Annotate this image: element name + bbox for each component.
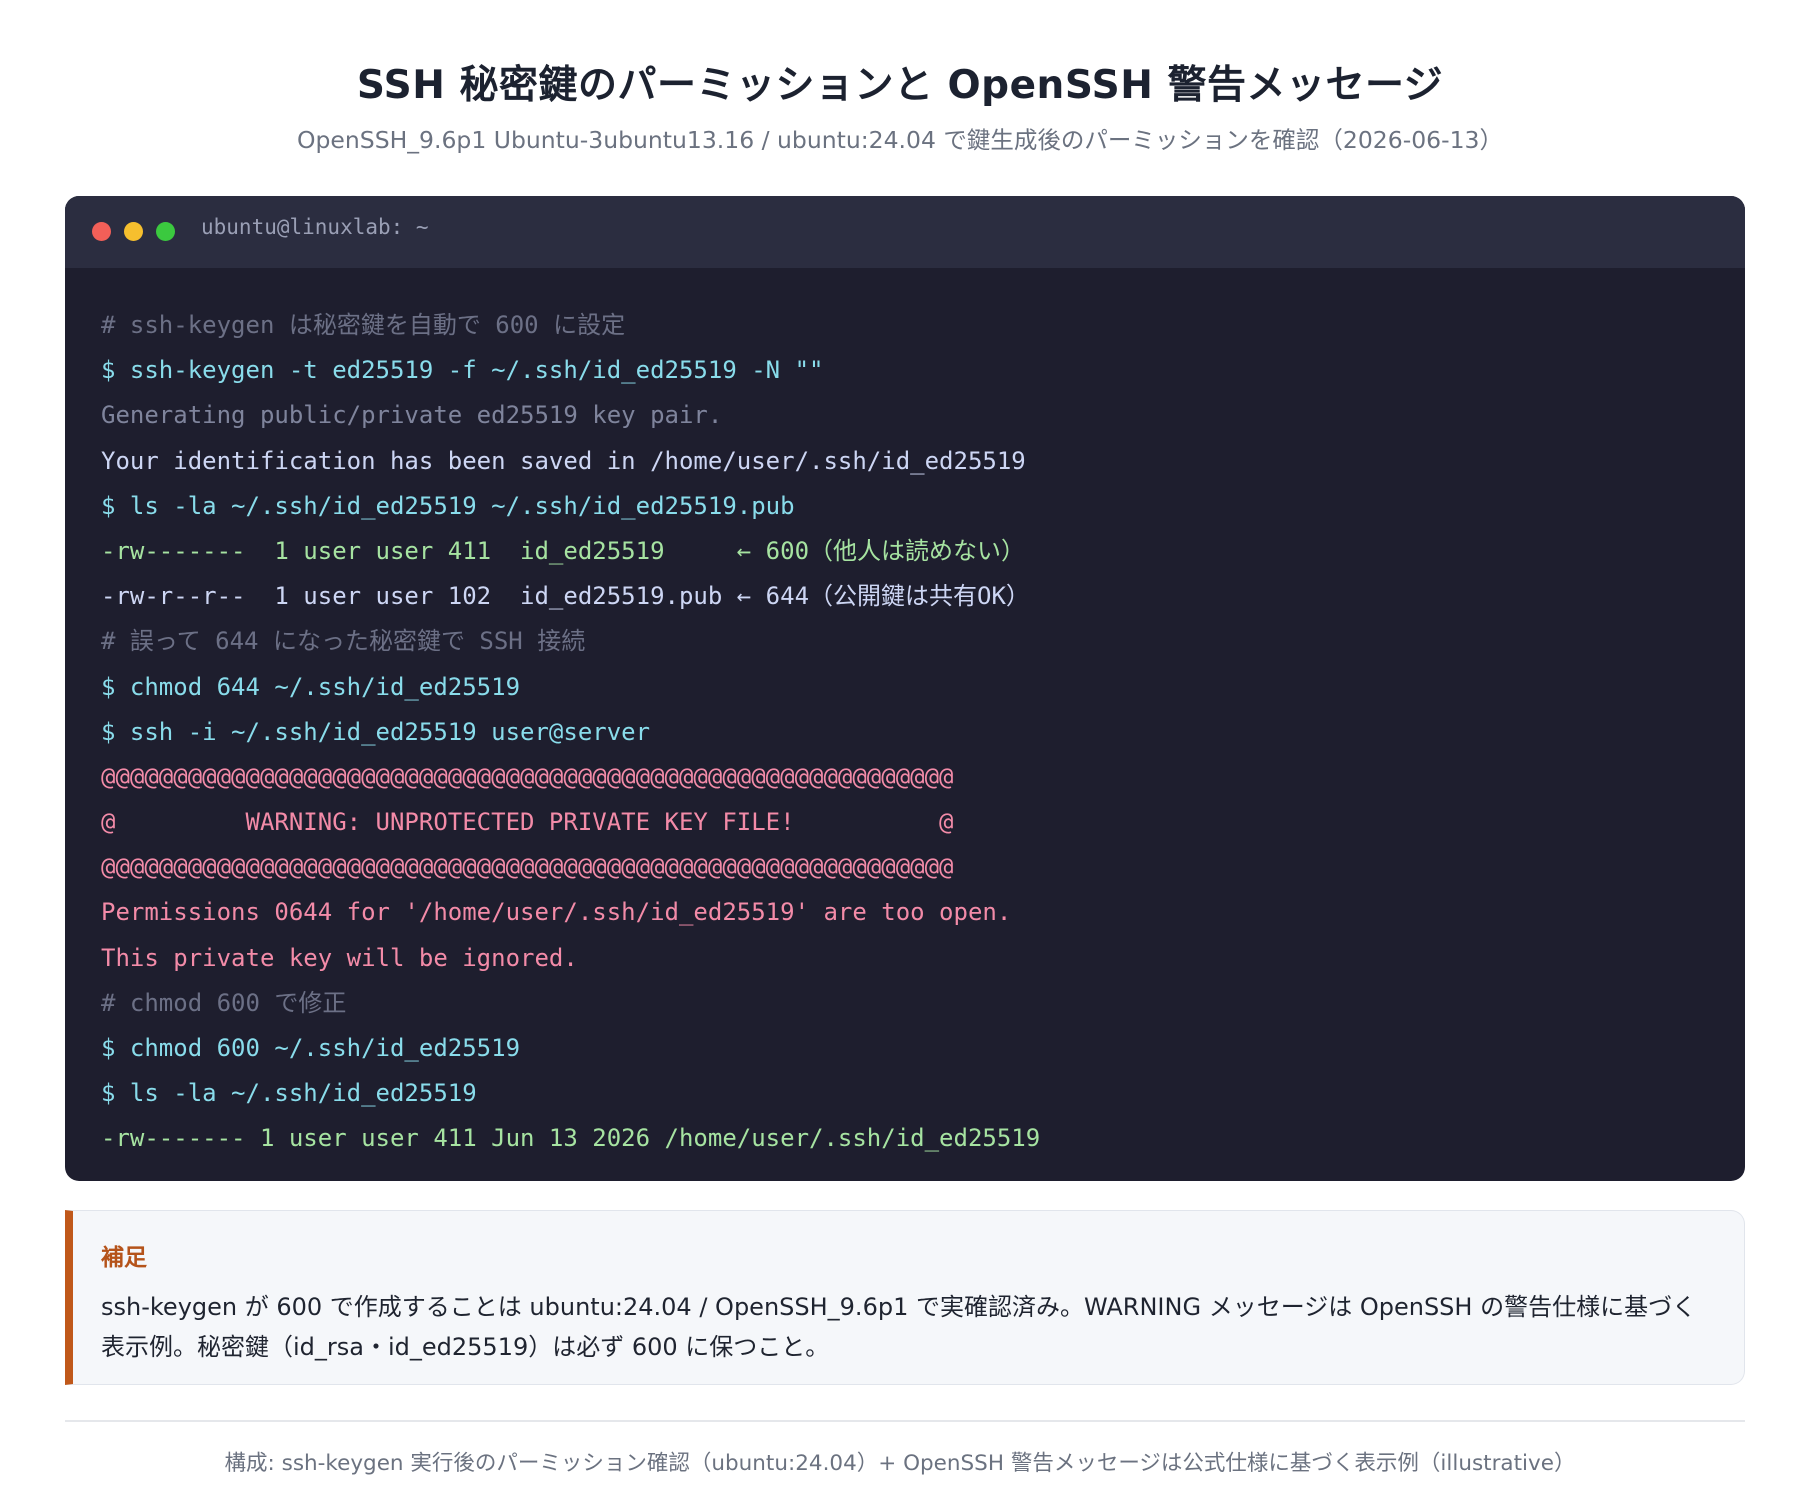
terminal-line: -rw------- 1 user user 411 id_ed25519 ← … <box>101 536 1026 565</box>
terminal-line: $ ssh -i ~/.ssh/id_ed25519 user@server <box>101 717 651 746</box>
terminal-line: Your identification has been saved in /h… <box>101 446 1026 475</box>
maximize-window-icon[interactable] <box>156 222 175 241</box>
terminal-window: ubuntu@linuxlab: ~ # ssh-keygen は秘密鍵を自動で… <box>65 196 1745 1181</box>
note-title: 補足 <box>101 1245 147 1271</box>
terminal-title: ubuntu@linuxlab: ~ <box>201 215 429 239</box>
page-title: SSH 秘密鍵のパーミッションと OpenSSH 警告メッセージ <box>356 63 1444 108</box>
close-window-icon[interactable] <box>92 222 111 241</box>
terminal-line: Permissions 0644 for '/home/user/.ssh/id… <box>101 898 1012 927</box>
terminal-line: @ WARNING: UNPROTECTED PRIVATE KEY FILE!… <box>101 808 954 837</box>
footer-divider <box>65 1420 1745 1422</box>
terminal-line: $ chmod 644 ~/.ssh/id_ed25519 <box>101 672 521 701</box>
terminal-line: # 誤って 644 になった秘密鍵で SSH 接続 <box>101 627 586 656</box>
terminal-line: # chmod 600 で修正 <box>101 988 347 1017</box>
footer-caption: 構成: ssh-keygen 実行後のパーミッション確認（ubuntu:24.0… <box>224 1451 1576 1476</box>
note-text: ssh-keygen が 600 で作成することは ubuntu:24.04 /… <box>101 1293 1697 1361</box>
terminal-line: $ ssh-keygen -t ed25519 -f ~/.ssh/id_ed2… <box>101 356 824 385</box>
terminal-line: $ chmod 600 ~/.ssh/id_ed25519 <box>101 1034 521 1062</box>
terminal-output[interactable]: # ssh-keygen は秘密鍵を自動で 600 に設定 $ ssh-keyge… <box>101 310 1715 1169</box>
terminal-line: -rw------- 1 user user 411 Jun 13 2026 /… <box>101 1124 1041 1153</box>
terminal-line: This private key will be ignored. <box>101 943 578 972</box>
terminal-line: # ssh-keygen は秘密鍵を自動で 600 に設定 <box>101 311 626 339</box>
minimize-window-icon[interactable] <box>124 222 143 241</box>
terminal-line: $ ls -la ~/.ssh/id_ed25519 <box>101 1079 477 1108</box>
terminal-titlebar: ubuntu@linuxlab: ~ <box>65 196 1745 268</box>
terminal-line: @@@@@@@@@@@@@@@@@@@@@@@@@@@@@@@@@@@@@@@@… <box>101 853 954 882</box>
note-box: 補足 ssh-keygen が 600 で作成することは ubuntu:24.0… <box>65 1210 1745 1385</box>
terminal-line: Generating public/private ed25519 key pa… <box>101 401 723 430</box>
page-subtitle: OpenSSH_9.6p1 Ubuntu-3ubuntu13.16 / ubun… <box>297 126 1503 154</box>
terminal-line: $ ls -la ~/.ssh/id_ed25519 ~/.ssh/id_ed2… <box>101 491 795 520</box>
terminal-line: @@@@@@@@@@@@@@@@@@@@@@@@@@@@@@@@@@@@@@@@… <box>101 762 954 791</box>
terminal-line: -rw-r--r-- 1 user user 102 id_ed25519.pu… <box>101 582 1030 611</box>
